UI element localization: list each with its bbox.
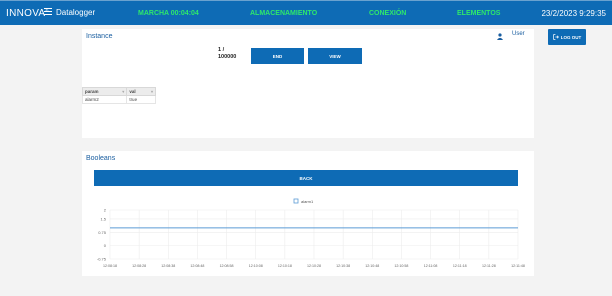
logout-button[interactable]: LOG OUT xyxy=(548,29,586,45)
y-tick-label: 2 xyxy=(104,208,107,213)
x-tick-label: 12:10:08 xyxy=(249,264,263,268)
legend-label: alarm1 xyxy=(301,199,314,204)
x-tick-label: 12:11:18 xyxy=(453,264,467,268)
logout-label: LOG OUT xyxy=(560,34,582,40)
nav-marcha[interactable]: MARCHA 00:04:04 xyxy=(138,10,199,17)
x-tick-label: 12:10:58 xyxy=(394,264,408,268)
view-button[interactable]: VIEW xyxy=(308,48,362,64)
end-button[interactable]: END xyxy=(251,48,304,64)
x-tick-label: 12:10:38 xyxy=(336,264,350,268)
datetime: 23/2/2023 9:29:35 xyxy=(541,9,606,18)
counter-total: 100000 xyxy=(218,54,237,60)
x-tick-label: 12:08:28 xyxy=(132,264,146,268)
table-header-row: param ▾ val ▾ xyxy=(81,87,156,96)
y-tick-label: 1.5 xyxy=(100,216,106,221)
x-tick-label: 12:10:18 xyxy=(278,264,292,268)
table-cell: alarm2 xyxy=(81,95,128,104)
x-tick-label: 12:11:08 xyxy=(424,264,438,268)
nav-elementos[interactable]: ELEMENTOS xyxy=(457,10,500,17)
x-tick-label: 12:10:28 xyxy=(307,264,321,268)
column-header-val[interactable]: val ▾ xyxy=(126,87,156,96)
nav-almacenamiento[interactable]: ALMACENAMIENTO xyxy=(250,10,317,17)
table-cell: true xyxy=(126,95,156,104)
nav-conexion[interactable]: CONEXIÓN xyxy=(369,10,406,17)
record-counter: 1 / 100000 xyxy=(218,47,236,61)
x-tick-label: 12:08:58 xyxy=(220,264,234,268)
sort-icon[interactable]: ▾ xyxy=(151,89,153,94)
y-tick-label: 0 xyxy=(104,243,107,248)
x-tick-label: 12:08:48 xyxy=(190,264,204,268)
logout-icon xyxy=(552,34,559,40)
x-tick-label: 12:08:18 xyxy=(103,264,117,268)
instance-panel: Instance User 1 / 100000 END VIEW param ▾… xyxy=(81,29,534,138)
sort-icon[interactable]: ▾ xyxy=(122,89,124,94)
x-tick-label: 12:11:48 xyxy=(511,264,525,268)
table-row: alarm2 true xyxy=(81,95,156,104)
booleans-panel: Booleans BACK alarm1 2 1.5 0.75 0 -0.75 12:08:… xyxy=(82,151,534,276)
booleans-chart: alarm1 2 1.5 0.75 0 -0.75 12:08:18 12:08:28 12:0… xyxy=(97,198,525,268)
top-bar: INNOVA® Datalogger MARCHA 00:04:04 ALMAC… xyxy=(0,0,612,25)
user-label: User xyxy=(512,31,525,37)
menu-icon[interactable] xyxy=(44,8,52,16)
params-table: param ▾ val ▾ alarm2 true xyxy=(81,87,156,104)
logo: INNOVA® xyxy=(6,8,48,19)
y-tick-label: 0.75 xyxy=(98,230,107,235)
y-tick-label: -0.75 xyxy=(97,257,107,262)
x-tick-label: 12:10:48 xyxy=(365,264,379,268)
app-name: Datalogger xyxy=(56,8,96,17)
instance-title: Instance xyxy=(86,33,113,40)
legend-swatch xyxy=(293,198,299,204)
user-icon xyxy=(497,33,503,40)
x-tick-label: 12:11:28 xyxy=(482,264,496,268)
column-header-param[interactable]: param ▾ xyxy=(81,87,128,96)
counter-current: 1 / xyxy=(218,47,225,53)
x-tick-label: 12:08:38 xyxy=(161,264,175,268)
